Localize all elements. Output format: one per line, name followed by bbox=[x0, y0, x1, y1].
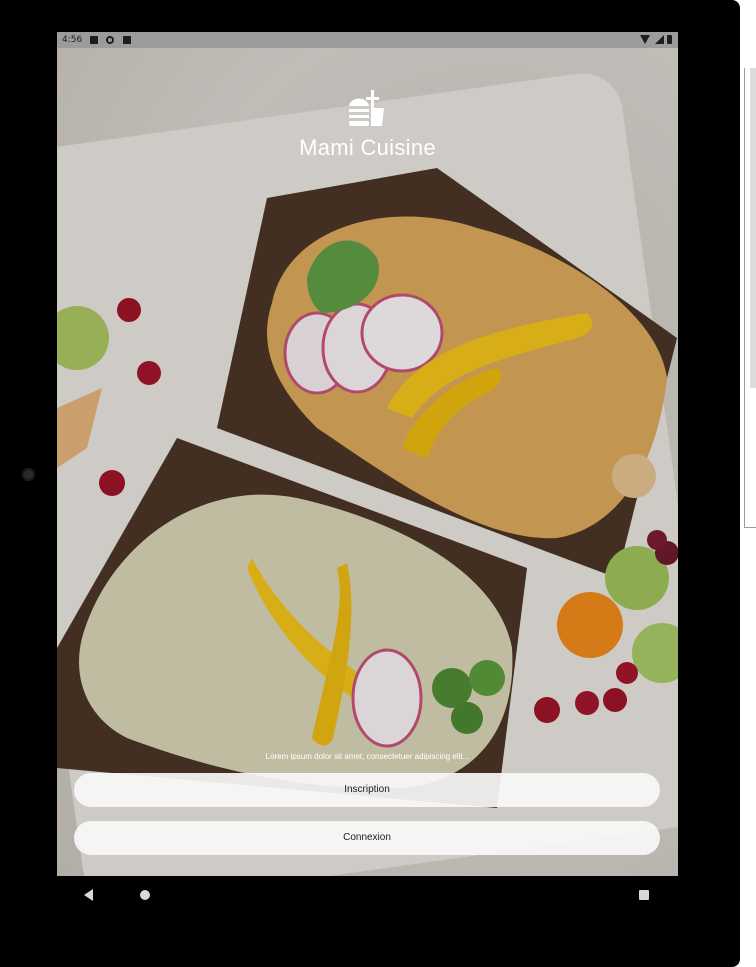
status-time: 4:56 bbox=[62, 35, 83, 45]
desktop-window-border bbox=[744, 68, 745, 528]
notification-b-icon bbox=[106, 36, 114, 44]
login-button[interactable]: Connexion bbox=[74, 821, 660, 855]
tablet-frame: 4:56 Mami Cuisine Lorem ipsum dolor sit … bbox=[0, 0, 740, 967]
home-icon[interactable] bbox=[140, 890, 150, 900]
app-title: Mami Cuisine bbox=[299, 135, 436, 160]
back-icon[interactable] bbox=[84, 889, 93, 901]
wifi-icon bbox=[640, 35, 650, 44]
signal-icon bbox=[655, 35, 664, 44]
app-screen: 4:56 Mami Cuisine Lorem ipsum dolor sit … bbox=[57, 32, 678, 876]
camera-icon bbox=[22, 468, 35, 481]
battery-icon bbox=[667, 35, 672, 44]
sd-card-icon bbox=[123, 36, 131, 44]
tagline: Lorem ipsum dolor sit amet, consectetuer… bbox=[265, 752, 470, 761]
desktop-window-border-bottom bbox=[744, 527, 756, 528]
recents-icon[interactable] bbox=[639, 890, 649, 900]
fast-food-icon bbox=[349, 90, 384, 126]
signup-button[interactable]: Inscription bbox=[74, 773, 660, 807]
notification-a-icon bbox=[90, 36, 98, 44]
desktop-scrollbar[interactable] bbox=[750, 68, 756, 388]
navigation-bar bbox=[0, 876, 740, 916]
status-bar: 4:56 bbox=[57, 32, 678, 48]
